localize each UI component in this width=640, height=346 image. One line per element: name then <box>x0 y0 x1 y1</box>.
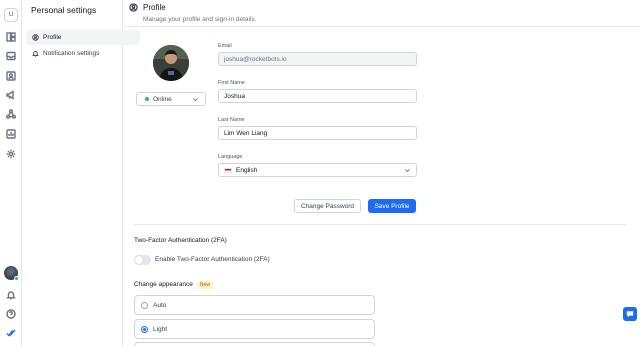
workspace-initial: U <box>8 12 14 18</box>
bell-icon[interactable] <box>5 289 17 301</box>
language-select[interactable]: English <box>218 163 417 177</box>
first-name-value: Joshua <box>224 92 245 100</box>
two-factor-toggle-label: Enable Two-Factor Authentication (2FA) <box>155 256 270 263</box>
page-header: Profile <box>129 3 166 12</box>
sidebar-item-profile[interactable]: Profile <box>26 30 140 45</box>
email-value: joshua@rocketbots.io <box>224 55 287 63</box>
status-value: Online <box>153 95 172 103</box>
appearance-title-text: Change appearance <box>134 281 193 288</box>
inbox-icon[interactable] <box>5 50 17 62</box>
last-name-label: Last Name <box>218 117 245 123</box>
online-dot <box>145 97 149 101</box>
email-label: Email <box>218 43 232 49</box>
chat-widget-button[interactable] <box>623 307 637 321</box>
option-label: Light <box>153 325 168 333</box>
dashboard-icon[interactable] <box>5 31 17 43</box>
first-name-field[interactable]: Joshua <box>218 89 417 103</box>
appearance-option-next[interactable] <box>134 342 375 346</box>
sidebar-item-label: Notification settings <box>43 50 100 57</box>
sidebar-title: Personal settings <box>31 5 97 15</box>
two-factor-toggle[interactable] <box>134 255 151 265</box>
header-divider <box>124 26 640 27</box>
workspace-switcher[interactable]: U <box>4 8 18 22</box>
broadcast-icon[interactable] <box>5 89 17 101</box>
first-name-label: First Name <box>218 80 245 86</box>
reports-icon[interactable] <box>5 128 17 140</box>
sidebar-item-label: Profile <box>43 34 62 41</box>
appearance-option-light[interactable]: Light <box>134 319 375 339</box>
email-field: joshua@rocketbots.io <box>218 52 417 66</box>
flag-icon <box>224 167 232 173</box>
status-dropdown[interactable]: Online <box>136 92 206 106</box>
chat-icon <box>626 311 634 318</box>
appearance-title: Change appearance New <box>134 281 213 289</box>
help-icon[interactable] <box>5 308 17 320</box>
option-label: Auto <box>153 301 167 309</box>
language-value: English <box>236 166 258 174</box>
radio-circle-selected <box>141 325 148 333</box>
profile-photo[interactable] <box>153 45 189 81</box>
radio-circle <box>141 301 148 309</box>
user-circle-icon <box>129 3 138 12</box>
bell-icon <box>32 51 39 57</box>
change-password-button[interactable]: Change Password <box>294 199 361 213</box>
chevron-down-icon <box>404 167 411 176</box>
last-name-field[interactable]: Lim Wen Liang <box>218 126 417 140</box>
save-profile-button[interactable]: Save Profile <box>368 199 416 213</box>
main-content: Profile Manage your profile and sign-in … <box>124 0 640 346</box>
logo-icon[interactable] <box>5 327 17 339</box>
new-badge: New <box>196 281 213 289</box>
user-circle-icon <box>32 34 39 41</box>
app-rail: U <box>0 0 22 346</box>
page-subtitle: Manage your profile and sign-in details. <box>143 16 257 23</box>
chevron-down-icon <box>192 96 199 105</box>
online-indicator <box>14 276 19 281</box>
appearance-option-auto[interactable]: Auto <box>134 295 375 315</box>
language-label: Language <box>218 154 243 160</box>
page-title: Profile <box>143 3 166 12</box>
contacts-icon[interactable] <box>5 70 17 82</box>
section-divider <box>134 224 626 225</box>
settings-sidebar: Personal settings Profile Notification s… <box>22 0 140 346</box>
user-avatar[interactable] <box>4 266 19 281</box>
last-name-value: Lim Wen Liang <box>224 129 268 137</box>
two-factor-title: Two-Factor Authentication (2FA) <box>134 237 227 244</box>
sidebar-item-notification-settings[interactable]: Notification settings <box>26 46 140 61</box>
workflows-icon[interactable] <box>5 108 17 120</box>
settings-icon[interactable] <box>5 148 17 160</box>
